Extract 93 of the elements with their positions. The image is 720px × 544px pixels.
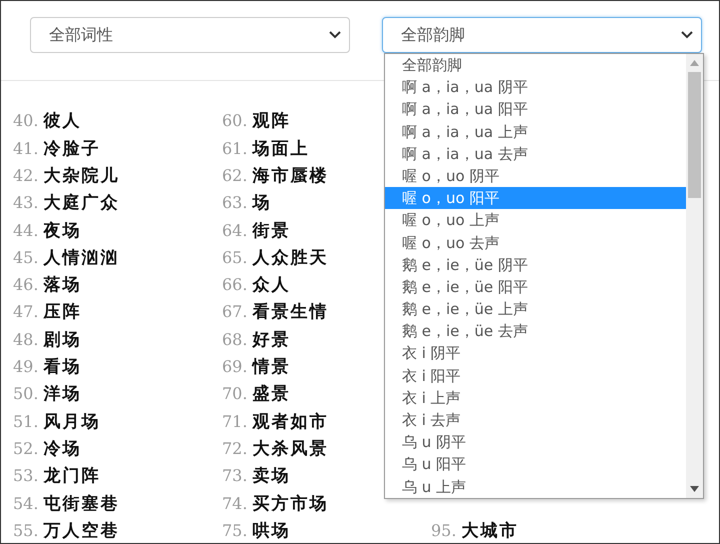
dropdown-option[interactable]: 鹅 e，ie，üe 去声	[385, 320, 686, 342]
word-link[interactable]: 夜场	[43, 218, 82, 242]
word-link[interactable]: 观者如市	[252, 410, 328, 433]
word-link[interactable]: 洋场	[43, 382, 82, 406]
item-number: 62.	[222, 166, 248, 185]
item-number: 69.	[222, 357, 248, 376]
item-number: 74.	[222, 494, 248, 513]
word-link[interactable]: 风月场	[43, 410, 100, 433]
word-link[interactable]: 情景	[252, 355, 290, 378]
word-link[interactable]: 彼人	[43, 109, 82, 132]
dropdown-option[interactable]: 衣 i 阴平	[385, 342, 686, 365]
scrollbar[interactable]	[686, 54, 703, 498]
word-link[interactable]: 大庭广众	[43, 191, 120, 214]
item-number: 64.	[222, 220, 248, 240]
word-link[interactable]: 盛景	[252, 382, 290, 406]
item-number: 61.	[222, 138, 248, 158]
word-link[interactable]: 龙门阵	[43, 464, 100, 488]
item-number: 52.	[13, 438, 38, 458]
item-number: 95.	[431, 520, 456, 540]
item-number: 63.	[222, 193, 248, 212]
item-number: 45.	[13, 248, 38, 267]
word-link[interactable]: 观阵	[252, 109, 290, 132]
item-number: 50.	[13, 384, 38, 404]
dropdown-option[interactable]: 啊 a，ia，ua 去声	[385, 142, 686, 165]
dropdown-option[interactable]: 啊 a，ia，ua 上声	[385, 120, 686, 143]
word-link[interactable]: 大城市	[461, 518, 518, 542]
word-link[interactable]: 人众胜天	[252, 246, 328, 269]
dropdown-option[interactable]: 鹅 e，ie，üe 上声	[385, 298, 686, 320]
word-link[interactable]: 压阵	[43, 300, 82, 324]
word-link[interactable]: 买方市场	[252, 492, 328, 515]
item-number: 73.	[222, 466, 248, 486]
dropdown-option[interactable]: 乌 u 阴平	[385, 431, 686, 454]
item-number: 71.	[222, 412, 248, 431]
dropdown-option[interactable]: 乌 u 阳平	[385, 453, 686, 476]
rhyme-select[interactable]: 全部韵脚	[382, 17, 702, 53]
item-number: 70.	[222, 384, 248, 404]
dropdown-option[interactable]: 鹅 e，ie，üe 阳平	[385, 276, 686, 298]
dropdown-option[interactable]: 衣 i 去声	[385, 409, 686, 432]
dropdown-option[interactable]: 全部韵脚	[385, 54, 686, 76]
chevron-down-icon	[681, 31, 693, 39]
dropdown-option[interactable]: 衣 i 阳平	[385, 364, 686, 387]
word-link[interactable]: 大杂院儿	[43, 164, 120, 187]
dropdown-option[interactable]: 乌 u 上声	[385, 476, 686, 498]
item-number: 51.	[13, 412, 38, 431]
dropdown-option[interactable]: 喔 o，uo 上声	[385, 209, 686, 232]
item-number: 65.	[222, 248, 248, 267]
item-number: 40.	[13, 111, 38, 130]
item-number: 67.	[222, 302, 248, 322]
chevron-down-icon	[329, 31, 341, 39]
dropdown-option[interactable]: 啊 a，ia，ua 阴平	[385, 76, 686, 98]
word-link[interactable]: 众人	[252, 273, 290, 296]
item-number: 44.	[13, 220, 38, 240]
scrollbar-thumb[interactable]	[688, 72, 701, 198]
item-number: 72.	[222, 438, 248, 458]
word-link[interactable]: 人情汹汹	[43, 246, 120, 269]
scroll-down-icon[interactable]	[690, 486, 699, 492]
dropdown-option[interactable]: 喔 o，uo 去声	[385, 232, 686, 254]
dropdown-option[interactable]: 啊 a，ia，ua 阳平	[385, 98, 686, 121]
item-number: 43.	[13, 193, 38, 212]
word-link[interactable]: 哄场	[252, 518, 290, 542]
word-link[interactable]: 街景	[252, 218, 290, 242]
word-link[interactable]: 落场	[43, 273, 82, 296]
word-link[interactable]: 场面上	[252, 136, 310, 160]
scroll-up-icon[interactable]	[690, 60, 699, 66]
word-link[interactable]: 万人空巷	[43, 518, 120, 542]
item-number: 75.	[222, 520, 248, 540]
item-number: 68.	[222, 330, 248, 349]
word-link[interactable]: 海市蜃楼	[252, 164, 328, 187]
word-link[interactable]: 剧场	[43, 328, 82, 351]
item-number: 48.	[13, 330, 38, 349]
item-number: 60.	[222, 111, 248, 130]
word-link[interactable]: 屯街塞巷	[43, 492, 120, 515]
word-link[interactable]: 看场	[43, 355, 82, 378]
item-number: 66.	[222, 275, 248, 294]
item-number: 46.	[13, 275, 38, 294]
item-number: 49.	[13, 357, 38, 376]
word-link[interactable]: 冷场	[43, 436, 82, 460]
item-number: 55.	[13, 520, 38, 540]
item-number: 53.	[13, 466, 38, 486]
word-link[interactable]: 场	[252, 191, 272, 214]
item-number: 47.	[13, 302, 38, 322]
word-link[interactable]: 冷脸子	[43, 136, 100, 160]
item-number: 41.	[13, 138, 38, 158]
item-number: 54.	[13, 494, 38, 513]
dropdown-option[interactable]: 衣 i 上声	[385, 386, 686, 409]
word-link[interactable]: 大杀风景	[252, 436, 328, 460]
part-of-speech-select[interactable]: 全部词性	[30, 17, 350, 53]
dropdown-option[interactable]: 喔 o，uo 阴平	[385, 164, 686, 188]
word-link[interactable]: 好景	[252, 328, 290, 351]
word-link[interactable]: 卖场	[252, 464, 290, 488]
word-link[interactable]: 看景生情	[252, 300, 328, 324]
item-number: 42.	[13, 166, 38, 185]
dropdown-option[interactable]: 鹅 e，ie，üe 阴平	[385, 254, 686, 276]
